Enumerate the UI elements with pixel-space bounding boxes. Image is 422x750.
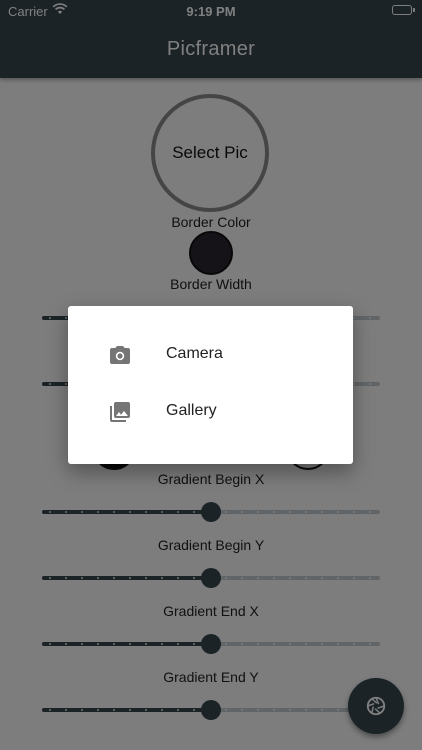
camera-icon (108, 343, 132, 367)
gallery-icon (108, 400, 132, 424)
image-source-dialog: Camera Gallery (68, 306, 353, 464)
camera-option[interactable]: Camera (68, 327, 353, 383)
gallery-option-label: Gallery (166, 402, 217, 419)
camera-option-label: Camera (166, 345, 223, 362)
gallery-option[interactable]: Gallery (68, 384, 353, 440)
